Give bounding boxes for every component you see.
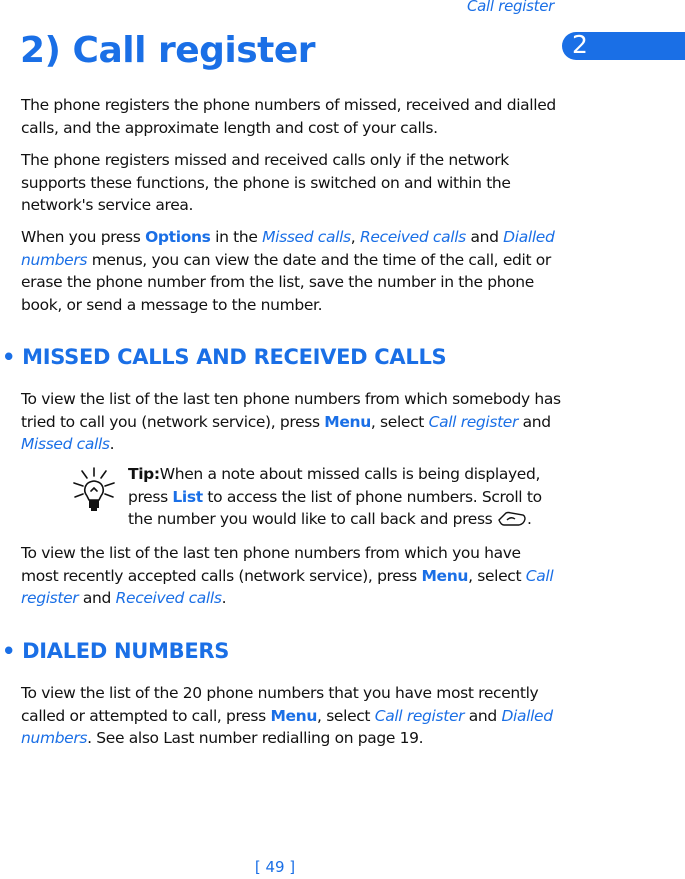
missed-calls-menu-ref: Missed calls: [262, 228, 351, 246]
call-key-icon: [498, 511, 526, 526]
text: , select: [370, 412, 429, 431]
text: .: [109, 435, 115, 453]
menu-keyword: Menu: [270, 706, 318, 725]
intro-paragraph-2: The phone registers missed and received …: [21, 151, 511, 214]
text: . See also Last number redialling on pag…: [87, 729, 424, 747]
call-register-menu-ref: Call register: [428, 412, 519, 431]
text: .: [221, 589, 227, 607]
section-heading-missed-received: • MISSED CALLS AND RECEIVED CALLS: [2, 345, 447, 369]
list-keyword: List: [172, 487, 203, 506]
section-heading-dialed-numbers: • DIALED NUMBERS: [2, 639, 230, 663]
options-keyword: Options: [145, 228, 211, 246]
text: , select: [317, 706, 375, 725]
tip-label: Tip:: [128, 465, 160, 483]
options-paragraph: When you press Options in the Missed cal…: [21, 226, 561, 316]
call-register-menu-ref: Call register: [374, 706, 465, 725]
missed-calls-menu-ref: Missed calls: [21, 435, 110, 453]
tip-note: Tip:When a note about missed calls is be…: [128, 463, 558, 531]
received-calls-paragraph: To view the list of the last ten phone n…: [21, 542, 561, 610]
received-calls-menu-ref: Received calls: [115, 589, 222, 607]
text: menus, you can view the date and the tim…: [21, 250, 551, 314]
page-number: [ 49 ]: [254, 858, 296, 876]
text: , select: [468, 566, 526, 585]
page-title: 2) Call register: [20, 30, 316, 71]
text: .: [526, 510, 532, 528]
menu-keyword: Menu: [421, 566, 469, 585]
chapter-tab: 2: [562, 30, 685, 60]
intro-paragraph-1: The phone registers the phone numbers of…: [21, 96, 556, 137]
text: in the: [210, 228, 263, 246]
text: and: [78, 589, 116, 607]
running-head: Call register: [466, 0, 554, 15]
text: and: [518, 412, 551, 431]
received-calls-menu-ref: Received calls: [359, 228, 466, 246]
lightbulb-tip-icon: [73, 467, 115, 511]
text: ,: [350, 228, 360, 246]
text: When you press: [21, 228, 146, 246]
missed-calls-paragraph: To view the list of the last ten phone n…: [21, 388, 561, 456]
chapter-number: 2: [572, 30, 588, 59]
text: and: [464, 706, 502, 725]
text: and: [465, 228, 504, 246]
menu-keyword: Menu: [324, 412, 371, 431]
dialed-numbers-paragraph: To view the list of the 20 phone numbers…: [21, 682, 561, 750]
